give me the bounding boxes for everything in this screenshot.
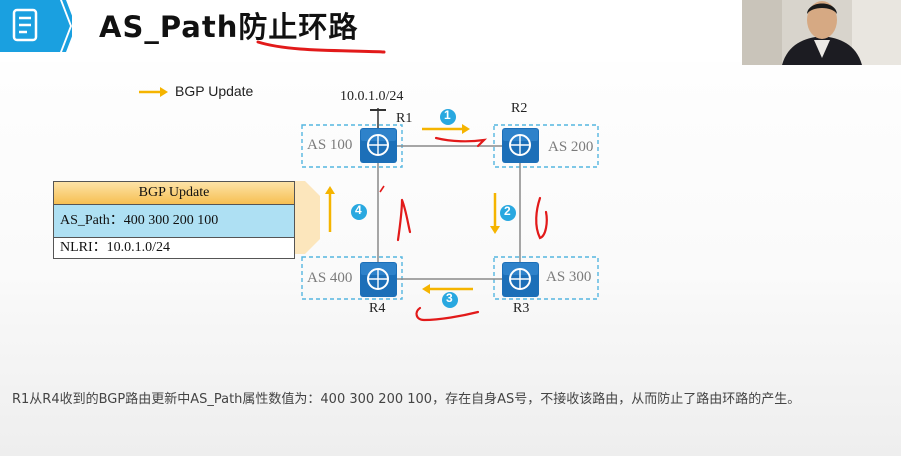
step-label-2: 2 [504,204,511,218]
legend-arrowhead [160,87,168,97]
router-name-r3: R3 [513,301,530,316]
bgp-update-box: BGP Update AS_Path：400 300 200 100 NLRI：… [53,181,295,259]
as-path-field: AS_Path：400 300 200 100 [54,205,294,238]
step-label-1: 1 [444,108,451,122]
router-name-r1: R1 [396,111,413,126]
router-icon [360,128,397,163]
router-name-r4: R4 [369,301,386,316]
cursor-mark [379,185,385,193]
bgp-update-header: BGP Update [54,182,294,205]
as-label-r1: AS 100 [307,137,353,153]
router-icon [360,262,397,297]
router-icon [502,128,539,163]
callout-pointer [295,181,320,254]
step-label-4: 4 [355,203,362,217]
as-label-r3: AS 300 [546,269,592,285]
slide-canvas: AS_Path防止环路 1 2 3 4 BGP Update 10.0.1.0/… [0,0,901,456]
as-label-r4: AS 400 [307,270,353,286]
step-label-3: 3 [446,291,453,305]
router-name-r2: R2 [511,101,528,116]
router-icon [502,262,539,297]
nlri-field: NLRI：10.0.1.0/24 [54,238,294,258]
prefix-label: 10.0.1.0/24 [340,89,404,104]
slide-caption: R1从R4收到的BGP路由更新中AS_Path属性数值为：400 300 200… [12,392,801,407]
as-label-r2: AS 200 [548,139,594,155]
legend-label: BGP Update [175,83,254,99]
